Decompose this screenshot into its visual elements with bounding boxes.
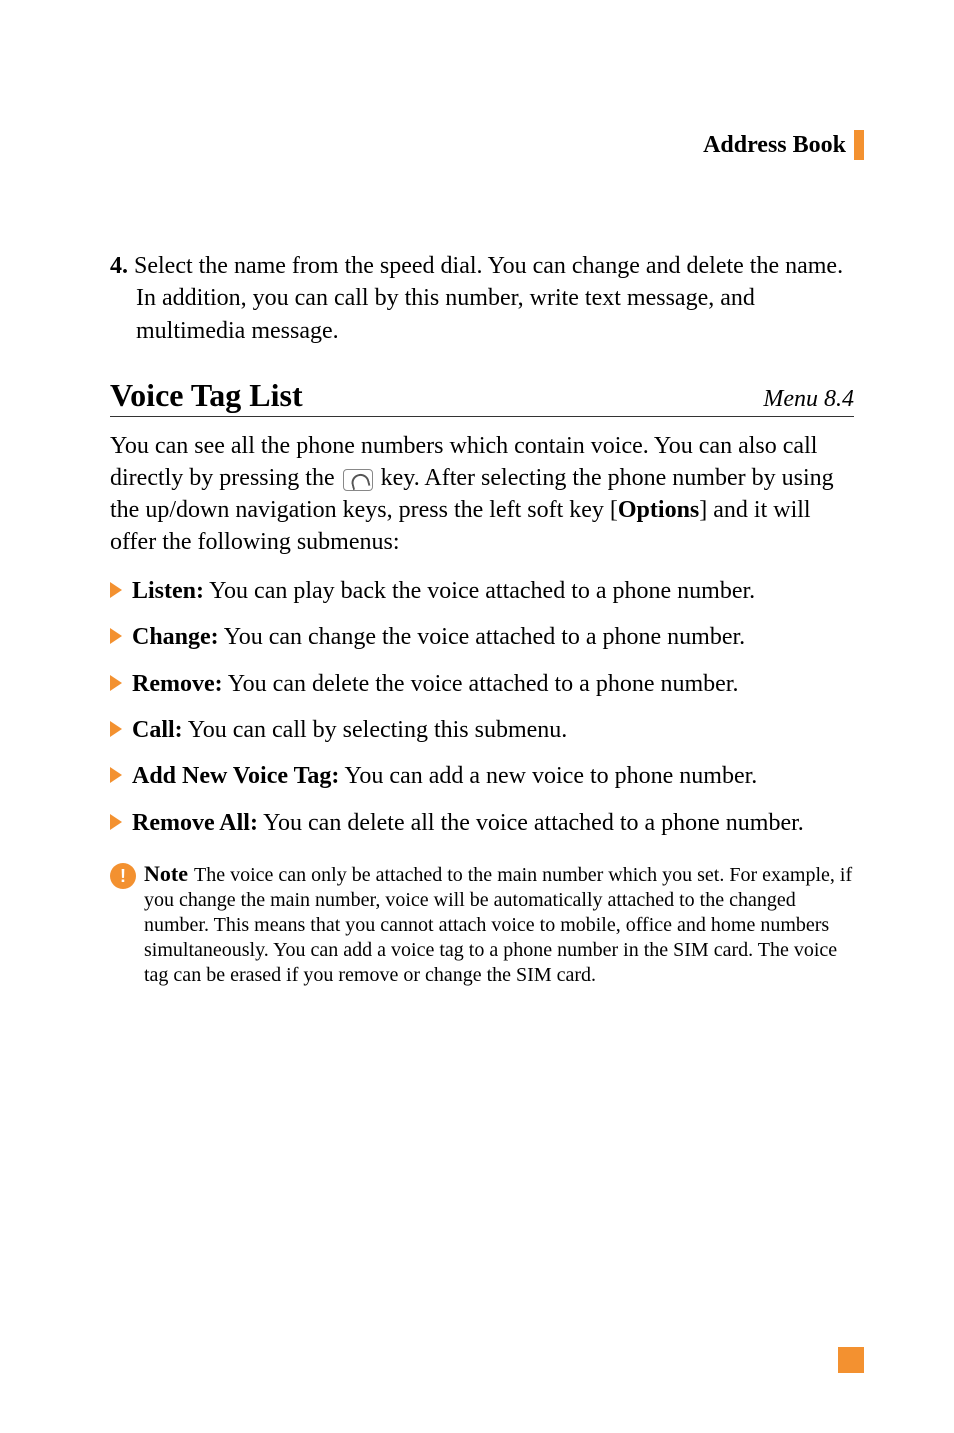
bullet-content: Remove All: You can delete all the voice…: [132, 807, 804, 839]
header-accent-marker: [854, 130, 864, 160]
section-heading: Voice Tag List: [110, 377, 303, 414]
bullet-desc: You can delete all the voice attached to…: [258, 810, 804, 836]
alert-icon: !: [110, 863, 136, 889]
bullet-desc: You can call by selecting this submenu.: [183, 717, 568, 743]
send-key-icon: [343, 469, 373, 491]
header-title: Address Book: [703, 132, 846, 159]
bullet-label: Remove All:: [132, 810, 258, 836]
bullet-icon: [110, 675, 122, 691]
section-heading-row: Voice Tag List Menu 8.4: [110, 377, 854, 417]
bullet-icon: [110, 767, 122, 783]
options-label: Options: [618, 497, 699, 523]
bullet-icon: [110, 721, 122, 737]
bullet-desc: You can add a new voice to phone number.: [339, 763, 757, 789]
step-text: Select the name from the speed dial. You…: [128, 253, 843, 344]
bullet-label: Listen:: [132, 578, 204, 604]
note-body: The voice can only be attached to the ma…: [144, 864, 852, 986]
step-4: 4. Select the name from the speed dial. …: [110, 250, 854, 347]
bullet-desc: You can delete the voice attached to a p…: [223, 671, 739, 697]
list-item: Remove All: You can delete all the voice…: [110, 807, 854, 839]
list-item: Call: You can call by selecting this sub…: [110, 714, 854, 746]
bullet-label: Call:: [132, 717, 183, 743]
bullet-content: Add New Voice Tag: You can add a new voi…: [132, 760, 757, 792]
bullet-icon: [110, 814, 122, 830]
bullet-icon: [110, 628, 122, 644]
list-item: Remove: You can delete the voice attache…: [110, 668, 854, 700]
bullet-content: Remove: You can delete the voice attache…: [132, 668, 738, 700]
list-item: Add New Voice Tag: You can add a new voi…: [110, 760, 854, 792]
bullet-label: Change:: [132, 624, 219, 650]
page-content: 4. Select the name from the speed dial. …: [110, 250, 854, 988]
list-item: Listen: You can play back the voice atta…: [110, 575, 854, 607]
note-label: Note: [144, 861, 188, 886]
submenu-list: Listen: You can play back the voice atta…: [110, 575, 854, 839]
bullet-desc: You can change the voice attached to a p…: [219, 624, 746, 650]
page-corner-marker: [838, 1347, 864, 1373]
page-header: Address Book: [703, 130, 864, 160]
note-block: ! NoteThe voice can only be attached to …: [110, 861, 854, 988]
bullet-icon: [110, 582, 122, 598]
section-intro: You can see all the phone numbers which …: [110, 431, 854, 559]
bullet-content: Change: You can change the voice attache…: [132, 621, 745, 653]
bullet-label: Remove:: [132, 671, 223, 697]
bullet-content: Call: You can call by selecting this sub…: [132, 714, 567, 746]
manual-page: Address Book 4. Select the name from the…: [0, 0, 954, 1433]
bullet-content: Listen: You can play back the voice atta…: [132, 575, 755, 607]
step-number: 4.: [110, 253, 128, 279]
bullet-desc: You can play back the voice attached to …: [204, 578, 755, 604]
list-item: Change: You can change the voice attache…: [110, 621, 854, 653]
bullet-label: Add New Voice Tag:: [132, 763, 339, 789]
menu-reference: Menu 8.4: [763, 386, 854, 413]
note-content: NoteThe voice can only be attached to th…: [144, 861, 854, 988]
